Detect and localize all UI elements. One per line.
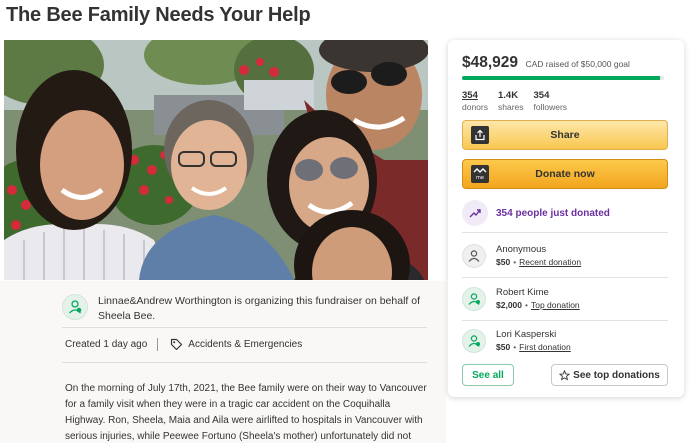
share-icon [471, 126, 489, 144]
stat-label: shares [498, 102, 524, 112]
category-link[interactable]: Accidents & Emergencies [170, 338, 302, 351]
donor-line: $50 • First donation [496, 341, 571, 354]
donation-info: Lori Kasperski $50 • First donation [496, 328, 571, 354]
donor-name: Anonymous [496, 244, 547, 255]
donation-card: $48,929 CAD raised of $50,000 goal 354 d… [448, 40, 684, 397]
donation-amount: $50 [496, 257, 511, 267]
divider [462, 277, 668, 278]
divider [462, 320, 668, 321]
user-icon [462, 244, 486, 268]
donation-item: Lori Kasperski $50 • First donation [462, 328, 668, 354]
created-date: Created 1 day ago [65, 339, 148, 350]
divider [62, 362, 427, 363]
dot-separator: • [513, 342, 517, 352]
divider [462, 232, 668, 233]
stat-value: 354 [533, 90, 550, 101]
donor-name: Lori Kasperski [496, 329, 557, 340]
donation-item: Robert Kime $2,000 • Top donation [462, 286, 668, 312]
stat-value: 1.4K [498, 90, 519, 101]
dot-separator: • [513, 257, 517, 267]
donor-line: $2,000 • Top donation [496, 299, 580, 312]
progress-fill [462, 76, 660, 80]
divider [62, 327, 427, 328]
donor-line: $50 • Recent donation [496, 256, 581, 269]
gofundme-logo-icon: me [471, 165, 489, 183]
stat-label: followers [533, 102, 568, 112]
see-all-button[interactable]: See all [462, 364, 514, 386]
donation-amount: $50 [496, 342, 511, 352]
hero-photo [4, 40, 428, 280]
see-top-donations-button[interactable]: See top donations [551, 364, 668, 386]
tag-icon [171, 338, 183, 351]
donor-icon [462, 287, 486, 311]
dot-separator: • [525, 300, 528, 310]
stats-row: 354 donors 1.4K shares 354 followers [462, 90, 577, 113]
divider [157, 338, 159, 351]
see-top-label: See top donations [573, 369, 660, 381]
donation-kind-link[interactable]: Top donation [531, 300, 580, 310]
organizer-row: Linnae&Andrew Worthington is organizing … [62, 294, 432, 324]
stat-followers: 354 followers [534, 90, 568, 113]
donation-info: Robert Kime $2,000 • Top donation [496, 286, 580, 312]
donate-label: Donate now [535, 168, 595, 180]
donation-kind-link[interactable]: First donation [519, 342, 571, 352]
donation-amount: $2,000 [496, 300, 522, 310]
donate-button[interactable]: me Donate now [462, 159, 668, 189]
stat-label: donors [462, 102, 488, 112]
donation-info: Anonymous $50 • Recent donation [496, 243, 581, 269]
raised-summary: $48,929 CAD raised of $50,000 goal [462, 54, 630, 72]
donation-kind-link[interactable]: Recent donation [519, 257, 581, 267]
stat-donors[interactable]: 354 donors [462, 90, 488, 113]
star-icon [559, 369, 571, 380]
svg-text:me: me [476, 175, 484, 180]
share-label: Share [550, 129, 580, 141]
donor-name: Robert Kime [496, 287, 549, 298]
stat-value: 354 [462, 90, 478, 101]
organizer-icon [62, 294, 88, 320]
raised-amount: $48,929 [462, 54, 519, 71]
organizer-text: Linnae&Andrew Worthington is organizing … [98, 295, 421, 322]
just-donated-row: 354 people just donated [462, 200, 610, 226]
goal-text: CAD raised of $50,000 goal [525, 59, 630, 69]
donor-icon [462, 329, 486, 353]
category-label: Accidents & Emergencies [188, 339, 303, 350]
progress-bar [462, 76, 664, 80]
stat-shares: 1.4K shares [498, 90, 524, 113]
donation-item: Anonymous $50 • Recent donation [462, 243, 668, 269]
share-button[interactable]: Share [462, 120, 668, 150]
meta-row: Created 1 day ago Accidents & Emergencie… [65, 338, 302, 351]
story-text: On the morning of July 17th, 2021, the B… [65, 383, 427, 442]
just-donated-text: 354 people just donated [496, 207, 610, 219]
trending-up-icon [462, 200, 488, 226]
page-title: The Bee Family Needs Your Help [6, 4, 311, 26]
